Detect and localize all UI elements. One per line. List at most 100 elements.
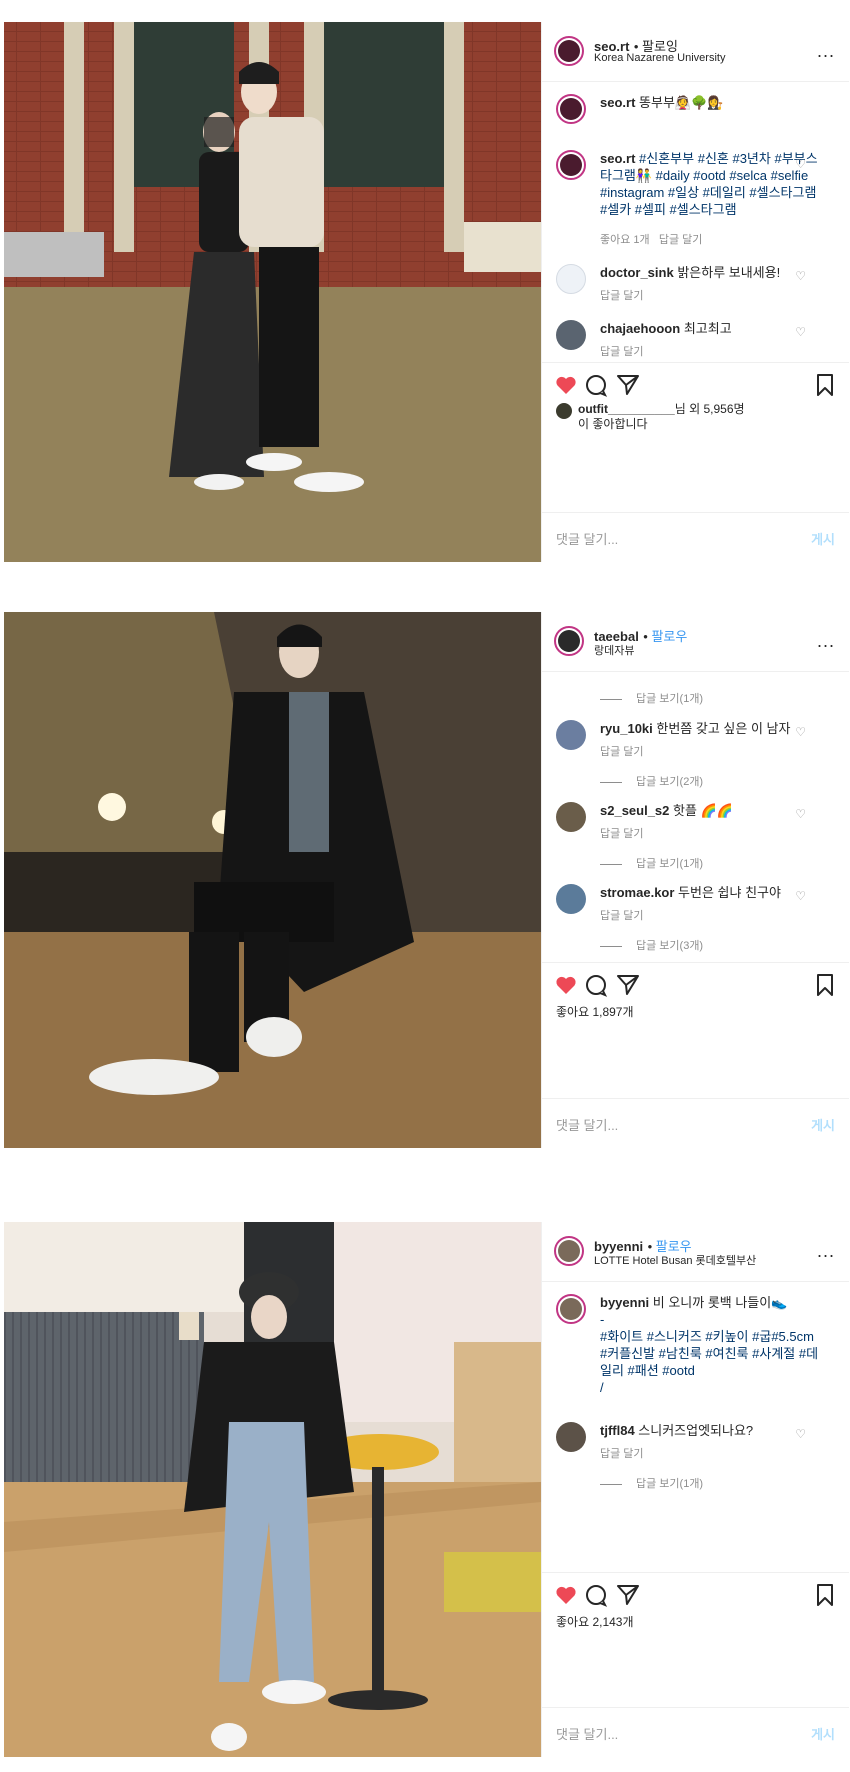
- post-3-photo[interactable]: [4, 1222, 541, 1757]
- post-2-comment-2: s2_seul_s2 핫플 🌈🌈 답글 달기 ♡ 답글 보기(1개): [556, 802, 826, 882]
- post-3-hashtags[interactable]: - #화이트 #스니커즈 #키높이 #굽#5.5cm #커플신발 #남친룩 #여…: [600, 1311, 820, 1396]
- post-3-comment-1-like-icon[interactable]: ♡: [795, 1426, 806, 1443]
- post-2-location[interactable]: 랑데자뷰: [594, 642, 634, 658]
- post-2-post-button[interactable]: 게시: [811, 1115, 835, 1134]
- heart-icon[interactable]: [554, 973, 578, 997]
- post-1-liked-by-username[interactable]: outfit__________: [578, 402, 675, 416]
- post-2-avatar[interactable]: [554, 626, 584, 656]
- post-2-comment-input[interactable]: 댓글 달기...: [556, 1115, 618, 1134]
- post-1-tags-like-icon[interactable]: ♡: [795, 156, 806, 173]
- post-2-more-options-icon[interactable]: ...: [817, 632, 835, 650]
- post-1-comment-2-text: 최고최고: [683, 321, 732, 336]
- post-3-caption-username[interactable]: byyenni: [600, 1295, 649, 1310]
- post-1-caption-avatar[interactable]: [556, 94, 586, 124]
- heart-icon[interactable]: [554, 373, 578, 397]
- bookmark-icon[interactable]: [813, 973, 837, 997]
- post-3-location[interactable]: LOTTE Hotel Busan 롯데호텔부산: [594, 1252, 756, 1268]
- post-3-comment-1: tjffl84 스니커즈업엣되나요? 답글 달기 ♡ 답글 보기(1개): [556, 1422, 826, 1502]
- post-1-header: seo.rt • 팔로잉 Korea Nazarene University .…: [542, 22, 849, 82]
- post-3-comment-1-username[interactable]: tjffl84: [600, 1423, 635, 1438]
- share-icon[interactable]: [616, 1583, 640, 1607]
- post-1-comment-1-avatar[interactable]: [556, 264, 586, 294]
- post-3-comment-1-text: 스니커즈업엣되나요?: [638, 1423, 754, 1438]
- post-2-likes-count[interactable]: 좋아요 1,897개: [556, 1003, 634, 1020]
- post-1-avatar[interactable]: [554, 36, 584, 66]
- post-1-comment-2-username[interactable]: chajaehooon: [600, 321, 680, 336]
- post-2-comment-1: ryu_10ki 한번쯤 갖고 싶은 이 남자 답글 달기 ♡ 답글 보기(2개…: [556, 720, 826, 800]
- post-1-liked-by-count[interactable]: 님 외 5,956명: [675, 402, 745, 416]
- post-2-comment-3-username[interactable]: stromae.kor: [600, 885, 674, 900]
- post-1-post-button[interactable]: 게시: [811, 529, 835, 548]
- post-3-comment-input[interactable]: 댓글 달기...: [556, 1724, 618, 1743]
- post-3-comment-1-reply[interactable]: 답글 달기: [600, 1446, 644, 1463]
- post-2-header: taeebal • 팔로우 랑데자뷰 ...: [542, 612, 849, 672]
- post-1-actions: outfit__________님 외 5,956명 이 좋아합니다: [542, 362, 849, 462]
- post-3-caption-avatar[interactable]: [556, 1294, 586, 1324]
- share-icon[interactable]: [616, 373, 640, 397]
- post-2-comment-2-reply[interactable]: 답글 달기: [600, 826, 644, 843]
- post-1-comment-2-like-icon[interactable]: ♡: [795, 324, 806, 341]
- post-1-comment-2-avatar[interactable]: [556, 320, 586, 350]
- post-3-likes-count[interactable]: 좋아요 2,143개: [556, 1613, 634, 1630]
- post-2-comment-3-view-replies[interactable]: 답글 보기(3개): [600, 938, 703, 955]
- post-2-top-view-replies[interactable]: 답글 보기(1개): [600, 690, 703, 706]
- post-3-avatar[interactable]: [554, 1236, 584, 1266]
- post-1-comment-2-reply[interactable]: 답글 달기: [600, 344, 644, 361]
- post-1-photo[interactable]: [4, 22, 541, 562]
- post-2-add-comment: 댓글 달기... 게시: [542, 1098, 849, 1148]
- post-3-more-options-icon[interactable]: ...: [817, 1242, 835, 1260]
- post-1-caption-username[interactable]: seo.rt: [600, 95, 635, 110]
- post-3-comment-1-view-replies[interactable]: 답글 보기(1개): [600, 1476, 703, 1493]
- post-2-comment-1-username[interactable]: ryu_10ki: [600, 721, 653, 736]
- post-1-caption: seo.rt 똥부부👰🌳👩‍⚖️: [556, 94, 826, 134]
- post-2-comment-2-avatar[interactable]: [556, 802, 586, 832]
- post-1-location[interactable]: Korea Nazarene University: [594, 52, 725, 64]
- heart-icon[interactable]: [554, 1583, 578, 1607]
- post-2-comment-1-avatar[interactable]: [556, 720, 586, 750]
- post-2-comment-3-like-icon[interactable]: ♡: [795, 888, 806, 905]
- post-2-comment-1-like-icon[interactable]: ♡: [795, 724, 806, 741]
- comment-icon[interactable]: [584, 973, 608, 997]
- post-1-tags-avatar[interactable]: [556, 150, 586, 180]
- post-3-sidebar: byyenni • 팔로우 LOTTE Hotel Busan 롯데호텔부산 .…: [541, 1222, 849, 1757]
- post-3-post-button[interactable]: 게시: [811, 1724, 835, 1743]
- comment-icon[interactable]: [584, 1583, 608, 1607]
- post-2-comment-2-username[interactable]: s2_seul_s2: [600, 803, 669, 818]
- bookmark-icon[interactable]: [813, 1583, 837, 1607]
- post-1-comment-1-reply[interactable]: 답글 달기: [600, 288, 644, 305]
- post-1-comment-1-like-icon[interactable]: ♡: [795, 268, 806, 285]
- post-2-comment-3: stromae.kor 두번은 쉽냐 친구야 답글 달기 ♡ 답글 보기(3개): [556, 884, 826, 964]
- post-2-comment-1-view-replies[interactable]: 답글 보기(2개): [600, 774, 703, 791]
- post-1-liked-by-avatar[interactable]: [556, 403, 572, 419]
- post-2-comment-3-reply[interactable]: 답글 달기: [600, 908, 644, 925]
- post-1-tags-reply[interactable]: 답글 달기: [659, 234, 703, 246]
- post-3-add-comment: 댓글 달기... 게시: [542, 1707, 849, 1757]
- post-1: seo.rt • 팔로잉 Korea Nazarene University .…: [4, 22, 849, 562]
- post-2-photo[interactable]: [4, 612, 541, 1148]
- post-2-comment-1-reply[interactable]: 답글 달기: [600, 744, 644, 761]
- post-3-comment-1-avatar[interactable]: [556, 1422, 586, 1452]
- comment-icon[interactable]: [584, 373, 608, 397]
- post-1-comment-1-username[interactable]: doctor_sink: [600, 265, 674, 280]
- post-2-comment-2-text: 핫플 🌈🌈: [673, 803, 733, 818]
- share-icon[interactable]: [616, 973, 640, 997]
- post-1-comment-input[interactable]: 댓글 달기...: [556, 529, 618, 548]
- post-1-sidebar: seo.rt • 팔로잉 Korea Nazarene University .…: [541, 22, 849, 562]
- post-3: byyenni • 팔로우 LOTTE Hotel Busan 롯데호텔부산 .…: [4, 1222, 849, 1757]
- post-2-comment-2-view-replies[interactable]: 답글 보기(1개): [600, 856, 703, 873]
- bookmark-icon[interactable]: [813, 373, 837, 397]
- post-2-comment-2-like-icon[interactable]: ♡: [795, 806, 806, 823]
- post-1-tags-likes[interactable]: 좋아요 1개: [600, 234, 650, 246]
- post-1-liked-by-suffix: 이 좋아합니다: [578, 417, 648, 431]
- post-1-comment-2: chajaehooon 최고최고 답글 달기 ♡: [556, 320, 826, 365]
- post-2-actions: 좋아요 1,897개: [542, 962, 849, 1042]
- post-3-caption-text: 비 오니까 롯백 나들이👟: [652, 1295, 788, 1310]
- post-1-comment-1-text: 밝은하루 보내세용!: [677, 265, 781, 280]
- post-1-comment-1: doctor_sink 밝은하루 보내세용! 답글 달기 ♡: [556, 264, 826, 309]
- post-1-caption-text: 똥부부👰🌳👩‍⚖️: [639, 95, 724, 110]
- post-1-more-options-icon[interactable]: ...: [817, 42, 835, 60]
- post-2-follow-button[interactable]: 팔로우: [651, 629, 687, 644]
- post-2-comment-3-avatar[interactable]: [556, 884, 586, 914]
- post-1-tags-username[interactable]: seo.rt: [600, 151, 635, 166]
- post-3-actions: 좋아요 2,143개: [542, 1572, 849, 1652]
